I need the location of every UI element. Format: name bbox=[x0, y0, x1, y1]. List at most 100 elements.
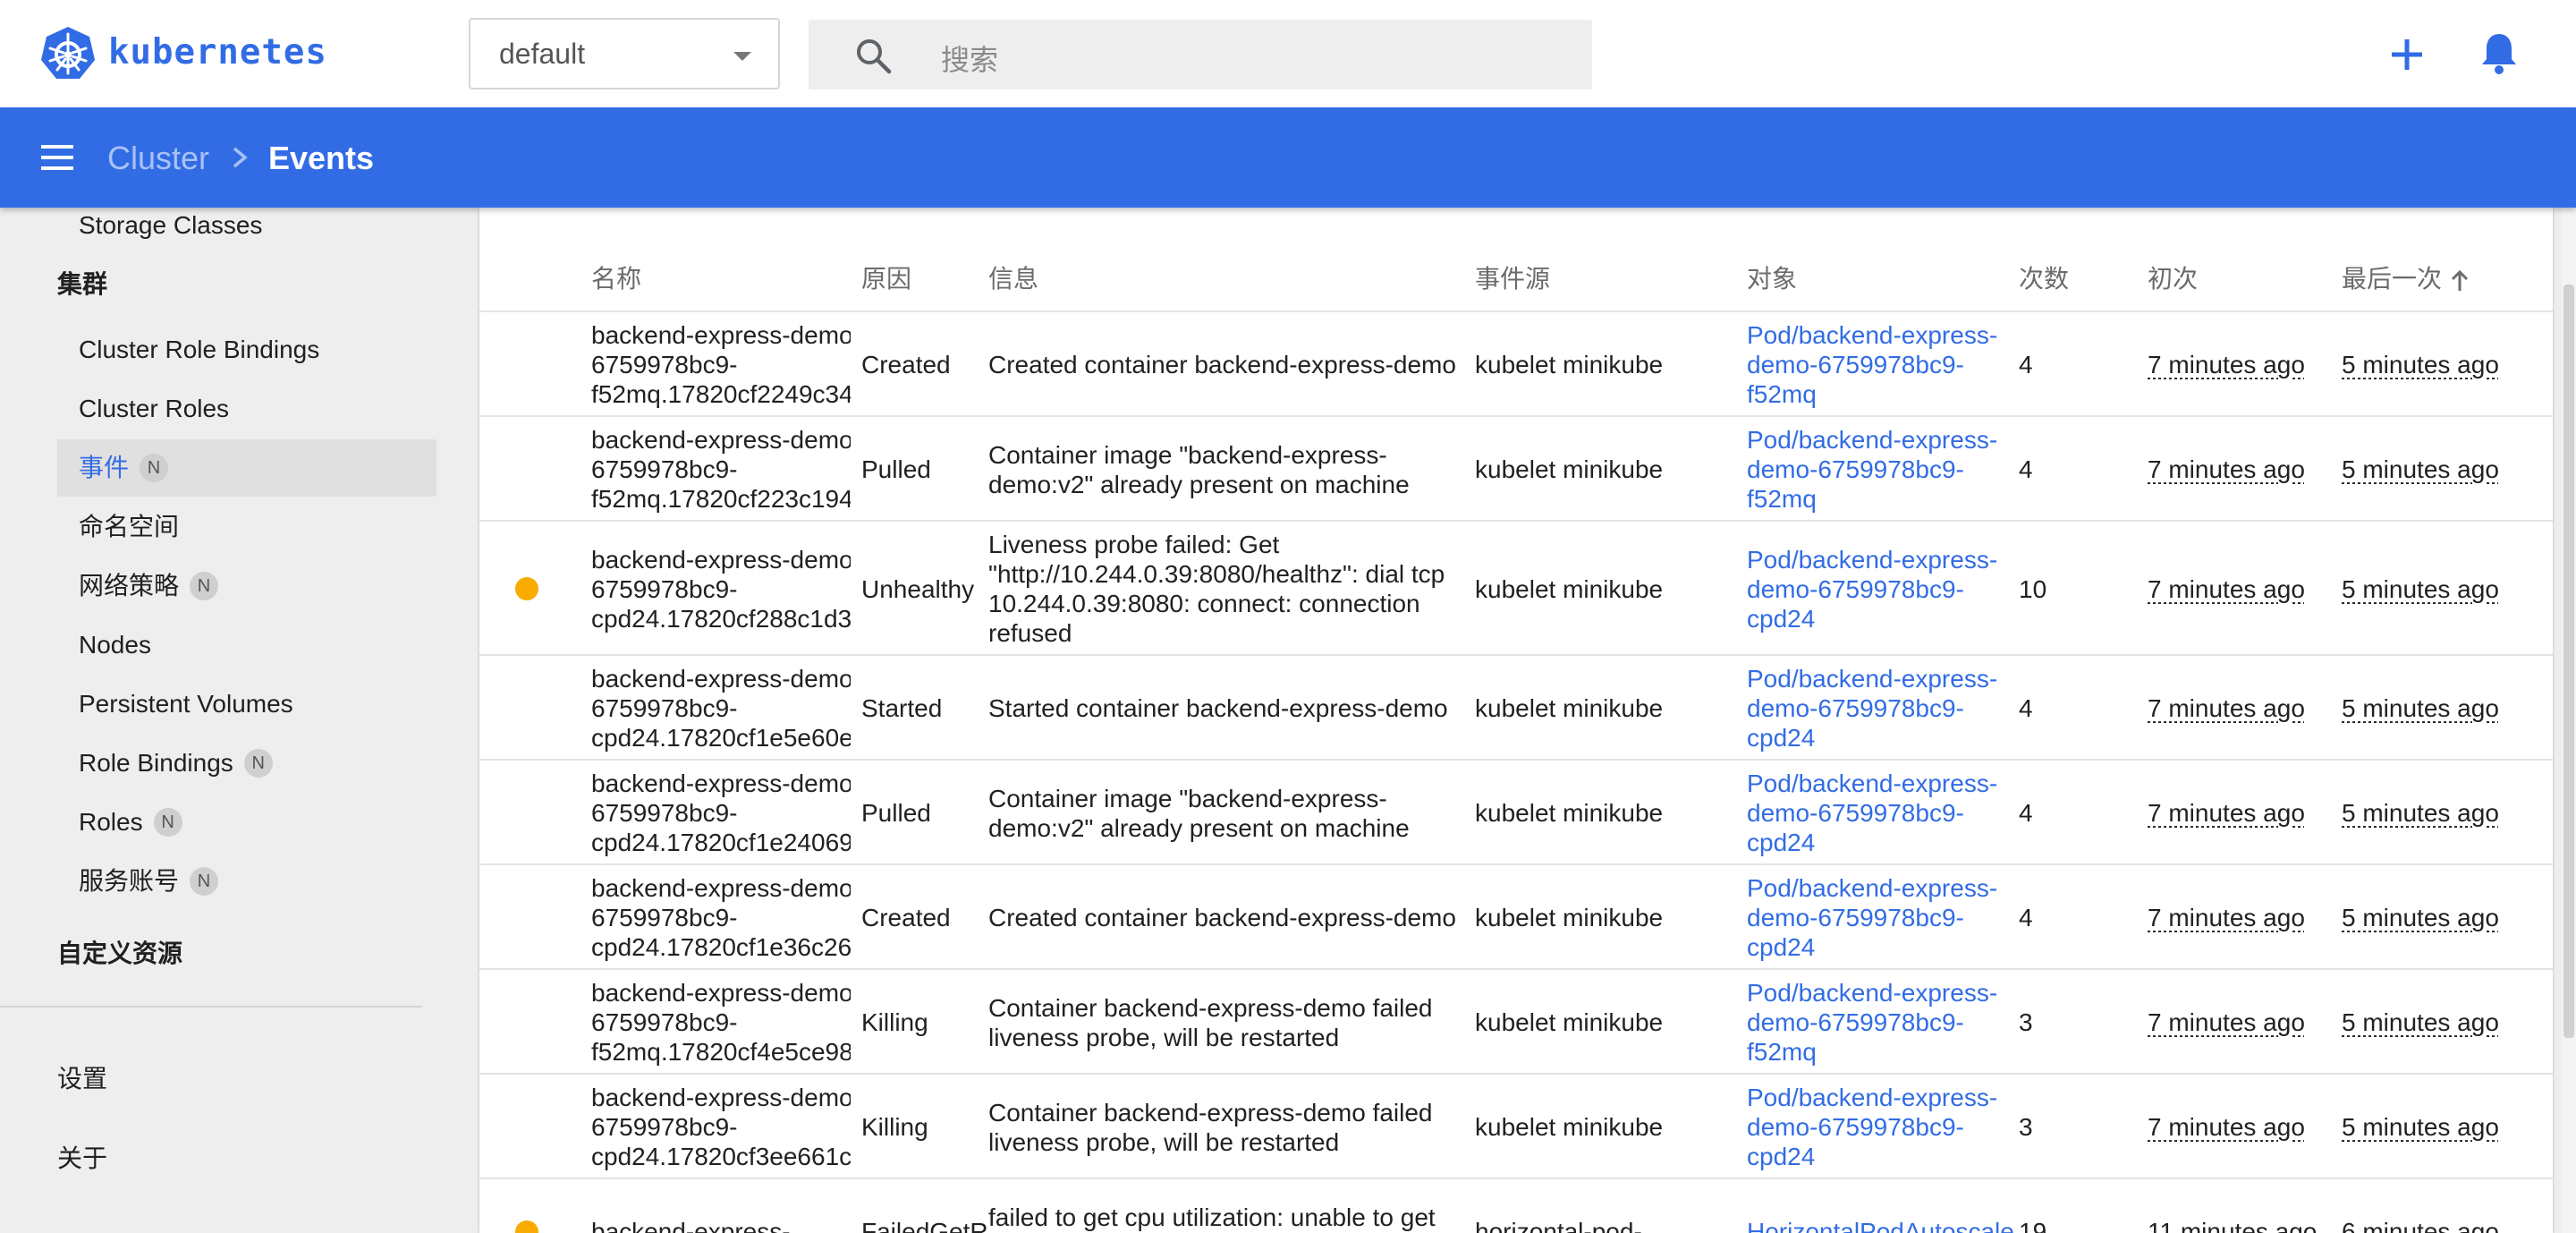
cell-name-line: f52mq.17820cf2249c34 bbox=[591, 380, 851, 408]
cell-first-line: 7 minutes ago bbox=[2148, 1008, 2305, 1036]
brand-name[interactable]: kubernetes bbox=[108, 32, 327, 72]
cell-first[interactable]: 7 minutes ago bbox=[2148, 350, 2335, 379]
column-header-message[interactable]: 信息 bbox=[988, 259, 1038, 295]
cell-object[interactable]: HorizontalPodAutoscaler bbox=[1747, 1217, 2015, 1233]
cell-source-line: kubelet minikube bbox=[1475, 694, 1664, 722]
cell-first[interactable]: 7 minutes ago bbox=[2148, 903, 2335, 932]
cell-first-line: 7 minutes ago bbox=[2148, 351, 2305, 378]
sidebar-item-settings[interactable]: 设置 bbox=[57, 1059, 107, 1095]
cell-first[interactable]: 11 minutes ago bbox=[2148, 1217, 2335, 1233]
sidebar-item-cluster-role-bindings[interactable]: Cluster Role Bindings bbox=[57, 321, 436, 378]
cell-first[interactable]: 7 minutes ago bbox=[2148, 455, 2335, 484]
sidebar-item-roles[interactable]: Roles N bbox=[57, 794, 436, 851]
cell-last[interactable]: 5 minutes ago bbox=[2342, 350, 2547, 379]
cell-message: Created container backend-express-demo bbox=[988, 350, 1471, 379]
chevron-right-icon bbox=[233, 147, 248, 168]
sidebar-item-service-accounts[interactable]: 服务账号 N bbox=[57, 853, 436, 910]
cell-source: kubelet minikube bbox=[1475, 1008, 1743, 1037]
cell-source-line: horizontal-pod- bbox=[1475, 1218, 1642, 1233]
cell-first[interactable]: 7 minutes ago bbox=[2148, 693, 2335, 723]
cell-name-line: f52mq.17820cf4e5ce98 bbox=[591, 1038, 851, 1066]
cell-object[interactable]: Pod/backend-express-demo-6759978bc9- cpd2… bbox=[1747, 545, 2015, 634]
cell-last[interactable]: 5 minutes ago bbox=[2342, 455, 2547, 484]
table-row[interactable]: backend-express-demo- 6759978bc9- f52mq.17… bbox=[479, 312, 2553, 417]
cell-last[interactable]: 5 minutes ago bbox=[2342, 798, 2547, 828]
cell-count-line: 4 bbox=[2019, 904, 2033, 931]
table-row[interactable]: backend-express-demo- 6759978bc9- f52mq.17… bbox=[479, 970, 2553, 1075]
search-input[interactable]: 搜索 bbox=[941, 38, 998, 79]
cell-first[interactable]: 7 minutes ago bbox=[2148, 574, 2335, 604]
sidebar-item-persistent-volumes[interactable]: Persistent Volumes bbox=[57, 676, 436, 733]
menu-icon[interactable] bbox=[39, 141, 75, 174]
bell-icon[interactable] bbox=[2478, 30, 2521, 75]
column-header-object[interactable]: 对象 bbox=[1747, 259, 1797, 295]
sidebar-item-events[interactable]: 事件 N bbox=[57, 439, 436, 497]
cell-reason-line: Pulled bbox=[861, 799, 931, 827]
sidebar-item-label: Role Bindings bbox=[79, 749, 233, 777]
cell-object[interactable]: Pod/backend-express-demo-6759978bc9- f52m… bbox=[1747, 425, 2015, 514]
column-header-first-seen[interactable]: 初次 bbox=[2148, 259, 2198, 295]
cell-first[interactable]: 7 minutes ago bbox=[2148, 798, 2335, 828]
cell-last[interactable]: 5 minutes ago bbox=[2342, 1112, 2547, 1142]
table-row[interactable]: backend-express-demo- 6759978bc9- cpd24.17… bbox=[479, 865, 2553, 970]
namespaced-badge: N bbox=[140, 453, 169, 482]
namespace-value: default bbox=[499, 38, 586, 70]
cell-source-line: kubelet minikube bbox=[1475, 351, 1664, 378]
cell-message-line: demo:v2" already present on machine bbox=[988, 471, 1410, 498]
sidebar-item-storage-classes[interactable]: Storage Classes bbox=[57, 208, 436, 254]
plus-icon[interactable] bbox=[2386, 34, 2428, 75]
search-bar[interactable]: 搜索 bbox=[809, 20, 1592, 89]
cell-object-line: Pod/backend-express- bbox=[1747, 321, 1998, 349]
column-header-reason[interactable]: 原因 bbox=[861, 259, 911, 295]
cell-reason: Created bbox=[861, 350, 987, 379]
kubernetes-logo-icon[interactable] bbox=[39, 25, 97, 82]
cell-message-line: demo:v2" already present on machine bbox=[988, 814, 1410, 842]
namespace-select[interactable]: default bbox=[469, 18, 780, 89]
cell-source: horizontal-pod- bbox=[1475, 1217, 1743, 1233]
cell-name-line: backend-express-demo- bbox=[591, 1084, 851, 1111]
scrollbar-thumb[interactable] bbox=[2563, 285, 2574, 1038]
column-header-count[interactable]: 次数 bbox=[2019, 259, 2069, 295]
cell-object[interactable]: Pod/backend-express-demo-6759978bc9- cpd2… bbox=[1747, 664, 2015, 753]
sidebar-item-nodes[interactable]: Nodes bbox=[57, 616, 436, 674]
sidebar-item-role-bindings[interactable]: Role Bindings N bbox=[57, 735, 436, 792]
breadcrumb-cluster[interactable]: Cluster bbox=[107, 140, 209, 177]
table-row[interactable]: backend-express-demo- 6759978bc9- cpd24.17… bbox=[479, 522, 2553, 656]
sidebar-item-about[interactable]: 关于 bbox=[57, 1139, 107, 1175]
cell-last[interactable]: 5 minutes ago bbox=[2342, 574, 2547, 604]
cell-reason: FailedGetR bbox=[861, 1217, 987, 1233]
cell-last[interactable]: 5 minutes ago bbox=[2342, 693, 2547, 723]
table-row[interactable]: backend-express-demo- 6759978bc9- cpd24.17… bbox=[479, 761, 2553, 865]
cell-message-line: Started container backend-express-demo bbox=[988, 694, 1448, 722]
table-row[interactable]: backend-express- FailedGetR failed to get … bbox=[479, 1179, 2553, 1233]
cell-first[interactable]: 7 minutes ago bbox=[2148, 1112, 2335, 1142]
cell-object[interactable]: Pod/backend-express-demo-6759978bc9- cpd2… bbox=[1747, 1083, 2015, 1171]
table-row[interactable]: backend-express-demo- 6759978bc9- f52mq.17… bbox=[479, 417, 2553, 522]
cell-object[interactable]: Pod/backend-express-demo-6759978bc9- f52m… bbox=[1747, 978, 2015, 1067]
cell-first[interactable]: 7 minutes ago bbox=[2148, 1008, 2335, 1037]
cell-last[interactable]: 5 minutes ago bbox=[2342, 1008, 2547, 1037]
column-header-last-seen[interactable]: 最后一次 bbox=[2342, 259, 2470, 295]
arrow-up-icon[interactable] bbox=[2449, 269, 2470, 293]
namespaced-badge: N bbox=[190, 571, 219, 600]
cell-last[interactable]: 5 minutes ago bbox=[2342, 903, 2547, 932]
cell-count-line: 3 bbox=[2019, 1008, 2033, 1036]
cell-message: Container backend-express-demo failed liv… bbox=[988, 993, 1471, 1052]
sidebar-heading-cluster[interactable]: 集群 bbox=[57, 265, 107, 301]
sidebar-item-cluster-roles[interactable]: Cluster Roles bbox=[57, 380, 436, 438]
sidebar-heading-custom-resources[interactable]: 自定义资源 bbox=[57, 934, 182, 970]
sidebar-item-namespaces[interactable]: 命名空间 bbox=[57, 498, 436, 556]
cell-object[interactable]: Pod/backend-express-demo-6759978bc9- f52m… bbox=[1747, 320, 2015, 409]
cell-object[interactable]: Pod/backend-express-demo-6759978bc9- cpd2… bbox=[1747, 769, 2015, 857]
column-header-source[interactable]: 事件源 bbox=[1475, 259, 1550, 295]
cell-message-line: Container image "backend-express- bbox=[988, 441, 1387, 469]
cell-last[interactable]: 6 minutes ago bbox=[2342, 1217, 2547, 1233]
sidebar-item-network-policies[interactable]: 网络策略 N bbox=[57, 557, 436, 615]
table-row[interactable]: backend-express-demo- 6759978bc9- cpd24.17… bbox=[479, 656, 2553, 761]
cell-object[interactable]: Pod/backend-express-demo-6759978bc9- cpd2… bbox=[1747, 873, 2015, 962]
cell-object-line: Pod/backend-express- bbox=[1747, 979, 1998, 1007]
cell-object-line: f52mq bbox=[1747, 380, 1817, 408]
cell-count-line: 4 bbox=[2019, 455, 2033, 483]
table-row[interactable]: backend-express-demo- 6759978bc9- cpd24.17… bbox=[479, 1075, 2553, 1179]
column-header-name[interactable]: 名称 bbox=[591, 259, 641, 295]
